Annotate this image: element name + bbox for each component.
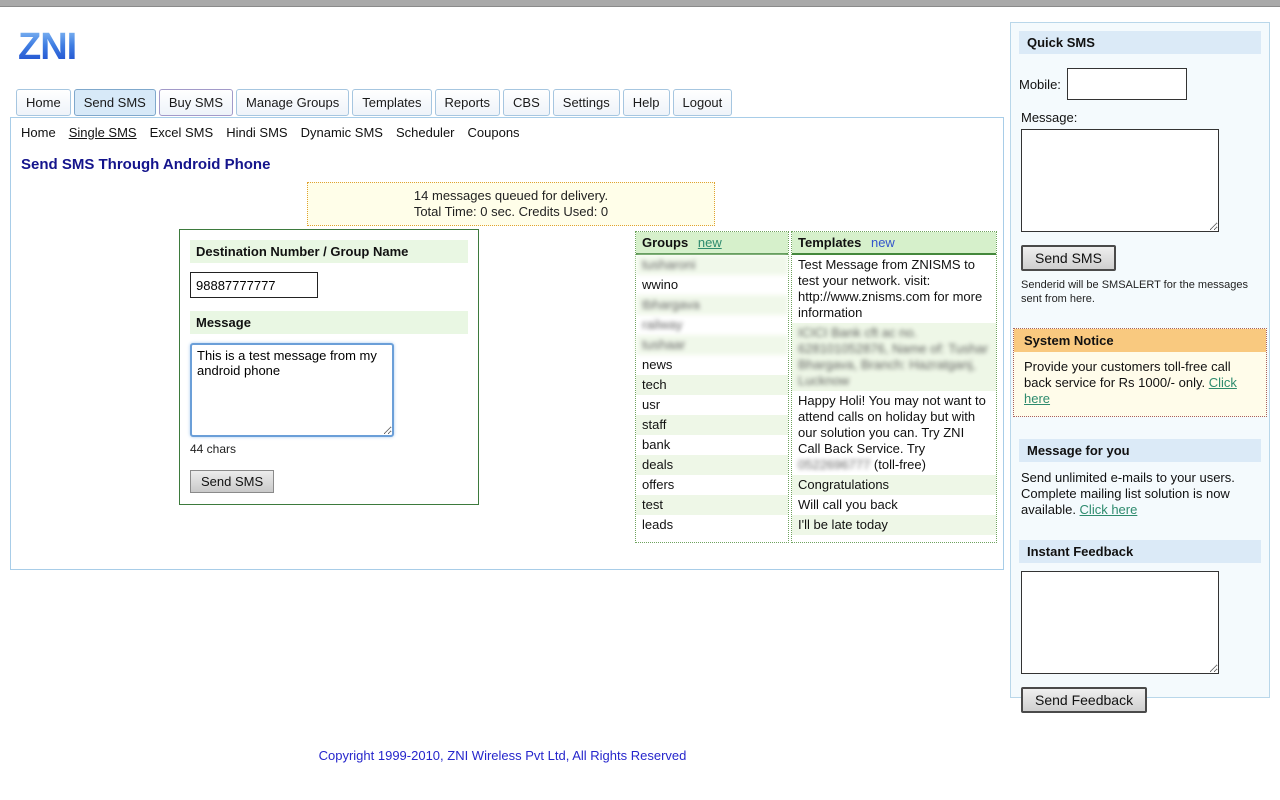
group-item-news[interactable]: news	[636, 355, 788, 375]
quick-sms-mobile-label: Mobile:	[1019, 77, 1061, 92]
message-for-you-body: Send unlimited e-mails to your users. Co…	[1021, 470, 1259, 518]
template-text: Happy Holi! You may not want to attend c…	[798, 393, 986, 456]
tab-home[interactable]: Home	[16, 89, 71, 116]
message-for-you-click-here-link[interactable]: Click here	[1080, 502, 1138, 517]
subnav-item-coupons[interactable]: Coupons	[468, 125, 520, 140]
instant-feedback-title: Instant Feedback	[1019, 540, 1261, 563]
template-item-4[interactable]: Congratulations	[792, 475, 996, 495]
tab-settings[interactable]: Settings	[553, 89, 620, 116]
template-text: (toll-free)	[870, 457, 926, 472]
send-sms-button[interactable]: Send SMS	[190, 470, 274, 493]
message-for-you-title: Message for you	[1019, 439, 1261, 462]
page-title: Send SMS Through Android Phone	[21, 156, 1003, 173]
message-label: Message	[190, 311, 468, 334]
tab-manage-groups[interactable]: Manage Groups	[236, 89, 349, 116]
group-item-tech[interactable]: tech	[636, 375, 788, 395]
templates-header: Templates new	[792, 232, 996, 255]
tab-templates[interactable]: Templates	[352, 89, 431, 116]
group-item-tbhargava[interactable]: tbhargava	[636, 295, 788, 315]
template-item-2[interactable]: ICICI Bank cft ac no. 628101052876, Name…	[792, 323, 996, 391]
group-item-test[interactable]: test	[636, 495, 788, 515]
queued-delivery-notice: 14 messages queued for delivery. Total T…	[307, 182, 715, 226]
tab-buy-sms[interactable]: Buy SMS	[159, 89, 233, 116]
right-sidebar: Quick SMS Mobile: Message: Send SMS Send…	[1010, 22, 1270, 698]
group-item-deals[interactable]: deals	[636, 455, 788, 475]
quick-sms-mobile-input[interactable]	[1067, 68, 1187, 100]
quick-sms-message-label: Message:	[1021, 110, 1261, 125]
footer-copyright: Copyright 1999-2010, ZNI Wireless Pvt Lt…	[0, 748, 1005, 763]
templates-list: Test Message from ZNISMS to test your ne…	[792, 255, 996, 535]
destination-label: Destination Number / Group Name	[190, 240, 468, 263]
group-item-usr[interactable]: usr	[636, 395, 788, 415]
group-item-tusharoni[interactable]: tusharoni	[636, 255, 788, 275]
tab-reports[interactable]: Reports	[435, 89, 501, 116]
subnav-item-dynamic-sms[interactable]: Dynamic SMS	[301, 125, 383, 140]
quick-sms-title: Quick SMS	[1019, 31, 1261, 54]
destination-input[interactable]	[190, 272, 318, 298]
tab-send-sms[interactable]: Send SMS	[74, 89, 156, 116]
system-notice: System Notice Provide your customers tol…	[1013, 328, 1267, 417]
main-content-box: Home Single SMS Excel SMS Hindi SMS Dynamic …	[10, 117, 1004, 570]
template-text: Test Message from ZNISMS to test your ne…	[798, 257, 982, 320]
templates-new-link[interactable]: new	[871, 235, 895, 250]
quick-sms-send-button[interactable]: Send SMS	[1021, 245, 1116, 271]
group-item-bank[interactable]: bank	[636, 435, 788, 455]
subnav-item-excel-sms[interactable]: Excel SMS	[150, 125, 214, 140]
queued-notice-line2: Total Time: 0 sec. Credits Used: 0	[312, 204, 710, 220]
sub-nav: Home Single SMS Excel SMS Hindi SMS Dynamic …	[11, 118, 1003, 145]
template-text: Will call you back	[798, 497, 898, 512]
message-textarea[interactable]: This is a test message from my android p…	[190, 343, 394, 437]
template-item-6[interactable]: I'll be late today	[792, 515, 996, 535]
group-item-railway[interactable]: railway	[636, 315, 788, 335]
group-item-leads[interactable]: leads	[636, 515, 788, 535]
groups-list: tusharoniwwinotbhargavarailwaytushaarnew…	[636, 255, 788, 535]
tab-cbs[interactable]: CBS	[503, 89, 550, 116]
tab-logout[interactable]: Logout	[673, 89, 733, 116]
group-item-offers[interactable]: offers	[636, 475, 788, 495]
template-text: ICICI Bank cft ac no. 628101052876, Name…	[798, 325, 988, 388]
main-tab-bar: HomeSend SMSBuy SMSManage GroupsTemplate…	[16, 89, 735, 116]
template-text: Congratulations	[798, 477, 889, 492]
subnav-item-scheduler[interactable]: Scheduler	[396, 125, 455, 140]
zni-logo: ZNI	[18, 26, 76, 69]
page: ZNI HomeSend SMSBuy SMSManage GroupsTemp…	[0, 0, 1280, 800]
template-item-3[interactable]: Happy Holi! You may not want to attend c…	[792, 391, 996, 475]
subnav-item-hindi-sms[interactable]: Hindi SMS	[226, 125, 287, 140]
groups-title: Groups	[642, 235, 688, 250]
group-item-wwino[interactable]: wwino	[636, 275, 788, 295]
send-sms-form: Destination Number / Group Name Message …	[179, 229, 479, 505]
template-item-5[interactable]: Will call you back	[792, 495, 996, 515]
templates-title: Templates	[798, 235, 861, 250]
groups-header: Groups new	[636, 232, 788, 255]
group-item-staff[interactable]: staff	[636, 415, 788, 435]
groups-panel: Groups new tusharoniwwinotbhargavarailwa…	[635, 231, 789, 543]
quick-sms-note: Senderid will be SMSALERT for the messag…	[1021, 278, 1259, 306]
template-item-1[interactable]: Test Message from ZNISMS to test your ne…	[792, 255, 996, 323]
system-notice-body: Provide your customers toll-free call ba…	[1014, 352, 1266, 416]
quick-sms-message-textarea[interactable]	[1021, 129, 1219, 232]
window-top-bar	[0, 0, 1280, 7]
char-count: 44 chars	[190, 442, 468, 456]
tab-help[interactable]: Help	[623, 89, 670, 116]
queued-notice-line1: 14 messages queued for delivery.	[312, 188, 710, 204]
template-text: 0522696777	[798, 457, 870, 472]
system-notice-title: System Notice	[1014, 329, 1266, 352]
templates-panel: Templates new Test Message from ZNISMS t…	[791, 231, 997, 543]
group-item-tushaar[interactable]: tushaar	[636, 335, 788, 355]
groups-new-link[interactable]: new	[698, 235, 722, 250]
subnav-item-single-sms[interactable]: Single SMS	[69, 125, 137, 140]
template-text: I'll be late today	[798, 517, 888, 532]
subnav-item-home[interactable]: Home	[21, 125, 56, 140]
instant-feedback-textarea[interactable]	[1021, 571, 1219, 674]
system-notice-text: Provide your customers toll-free call ba…	[1024, 359, 1231, 390]
send-feedback-button[interactable]: Send Feedback	[1021, 687, 1147, 713]
